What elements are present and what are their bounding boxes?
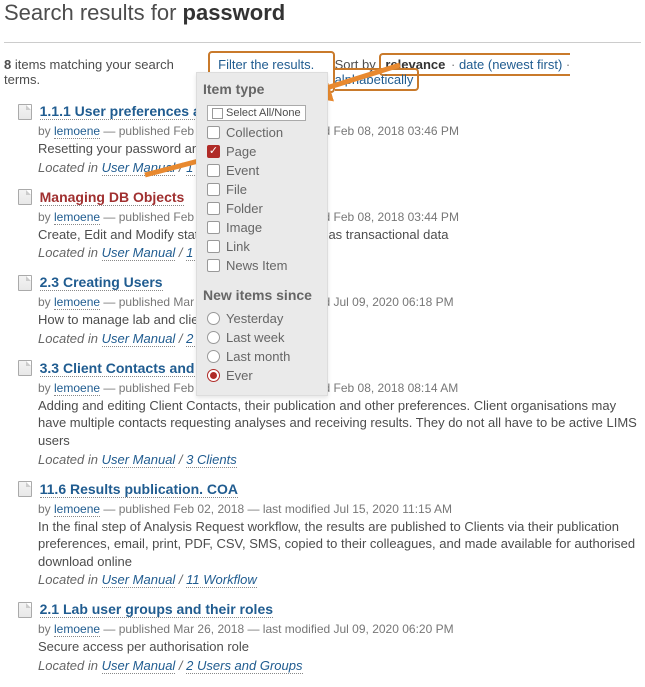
result-description: Secure access per authorisation role [38,638,641,656]
result-location: Located in User Manual / 11 Workflow [38,572,641,587]
checkbox-icon [207,164,220,177]
filter-option[interactable]: File [203,180,321,199]
checkbox-icon [207,183,220,196]
breadcrumb-link[interactable]: User Manual [102,245,176,261]
page-icon [18,104,32,120]
option-label: Ever [226,368,253,383]
result-location: Located in User Manual / 2 Users and Gro… [38,331,641,346]
result-title-link[interactable]: 11.6 Results publication. COA [40,481,238,498]
breadcrumb-link[interactable]: User Manual [102,452,176,468]
divider [4,42,641,43]
checkbox-icon [207,126,220,139]
result-meta: by lemoene — published Feb 01, 2018 — la… [38,124,641,138]
author-link[interactable]: lemoene [54,622,100,637]
sort-date-link[interactable]: date (newest first) [459,57,562,72]
search-result: 11.6 Results publication. COA by lemoene… [4,481,641,588]
since-option[interactable]: Ever [203,366,321,385]
option-label: Last week [226,330,285,345]
result-meta: by lemoene — published Feb 02, 2018 — la… [38,502,641,516]
item-type-heading: Item type [203,81,321,97]
result-description: Create, Edit and Modify static setup ite… [38,226,641,244]
page-icon [18,602,32,618]
result-description: Adding and editing Client Contacts, thei… [38,397,641,450]
option-label: Folder [226,201,263,216]
option-label: Collection [226,125,283,140]
checkbox-icon [207,202,220,215]
breadcrumb-link[interactable]: User Manual [102,331,176,347]
since-option[interactable]: Yesterday [203,309,321,328]
filter-option[interactable]: News Item [203,256,321,275]
option-label: Yesterday [226,311,283,326]
option-label: Last month [226,349,290,364]
result-location: Located in User Manual / 3 Clients [38,452,641,467]
breadcrumb-link[interactable]: 11 Workflow [186,572,257,588]
filter-option[interactable]: Link [203,237,321,256]
checkbox-icon [207,259,220,272]
filter-option[interactable]: Collection [203,123,321,142]
page-icon [18,275,32,291]
radio-icon [207,331,220,344]
option-label: News Item [226,258,287,273]
filter-option[interactable]: Event [203,161,321,180]
result-meta: by lemoene — published Mar 26, 2018 — la… [38,622,641,636]
result-meta: by lemoene — published Feb 08, 2018 — la… [38,381,641,395]
filter-option[interactable]: ✓ Page [203,142,321,161]
radio-icon [207,350,220,363]
page-icon [18,481,32,497]
radio-icon [207,369,220,382]
result-meta: by lemoene — published Feb 01, 2018 — la… [38,210,641,224]
breadcrumb-link[interactable]: 2 Users and Groups [186,658,302,674]
select-all-button[interactable]: Select All/None [207,105,306,121]
breadcrumb-link[interactable]: 3 Clients [186,452,237,468]
checkbox-icon [212,108,223,119]
result-meta: by lemoene — published Mar 26, 2018 — la… [38,295,641,309]
since-option[interactable]: Last month [203,347,321,366]
result-location: Located in User Manual / 2 Users and Gro… [38,658,641,673]
result-location: Located in User Manual / 1 Introduction [38,160,641,175]
page-icon [18,360,32,376]
since-option[interactable]: Last week [203,328,321,347]
option-label: Page [226,144,256,159]
author-link[interactable]: lemoene [54,210,100,225]
result-description: In the final step of Analysis Request wo… [38,518,641,571]
radio-icon [207,312,220,325]
page-icon [18,189,32,205]
filter-dropdown: Item type Select All/None Collection ✓ Pag… [196,72,328,396]
result-description: Resetting your password and avatar etc [38,140,641,158]
author-link[interactable]: lemoene [54,124,100,139]
option-label: File [226,182,247,197]
new-items-since-heading: New items since [203,287,321,303]
result-location: Located in User Manual / 1 Introduction [38,245,641,260]
checkbox-icon: ✓ [207,145,220,158]
breadcrumb-link[interactable]: User Manual [102,658,176,674]
result-title-link[interactable]: 2.3 Creating Users [40,274,163,291]
heading-term: password [183,0,286,25]
result-description: How to manage lab and client users [38,311,641,329]
breadcrumb-link[interactable]: User Manual [102,572,176,588]
author-link[interactable]: lemoene [54,381,100,396]
heading-prefix: Search results for [4,0,183,25]
checkbox-icon [207,240,220,253]
result-title-link[interactable]: Managing DB Objects [40,189,185,206]
count-suffix: items matching your search terms. [4,57,174,87]
author-link[interactable]: lemoene [54,502,100,517]
result-title-link[interactable]: 2.1 Lab user groups and their roles [40,601,273,618]
filter-option[interactable]: Folder [203,199,321,218]
page-heading: Search results for password [0,0,645,34]
option-label: Event [226,163,259,178]
checkbox-icon [207,221,220,234]
option-label: Link [226,239,250,254]
filter-option[interactable]: Image [203,218,321,237]
option-label: Image [226,220,262,235]
author-link[interactable]: lemoene [54,295,100,310]
search-result: 2.1 Lab user groups and their roles by l… [4,601,641,673]
